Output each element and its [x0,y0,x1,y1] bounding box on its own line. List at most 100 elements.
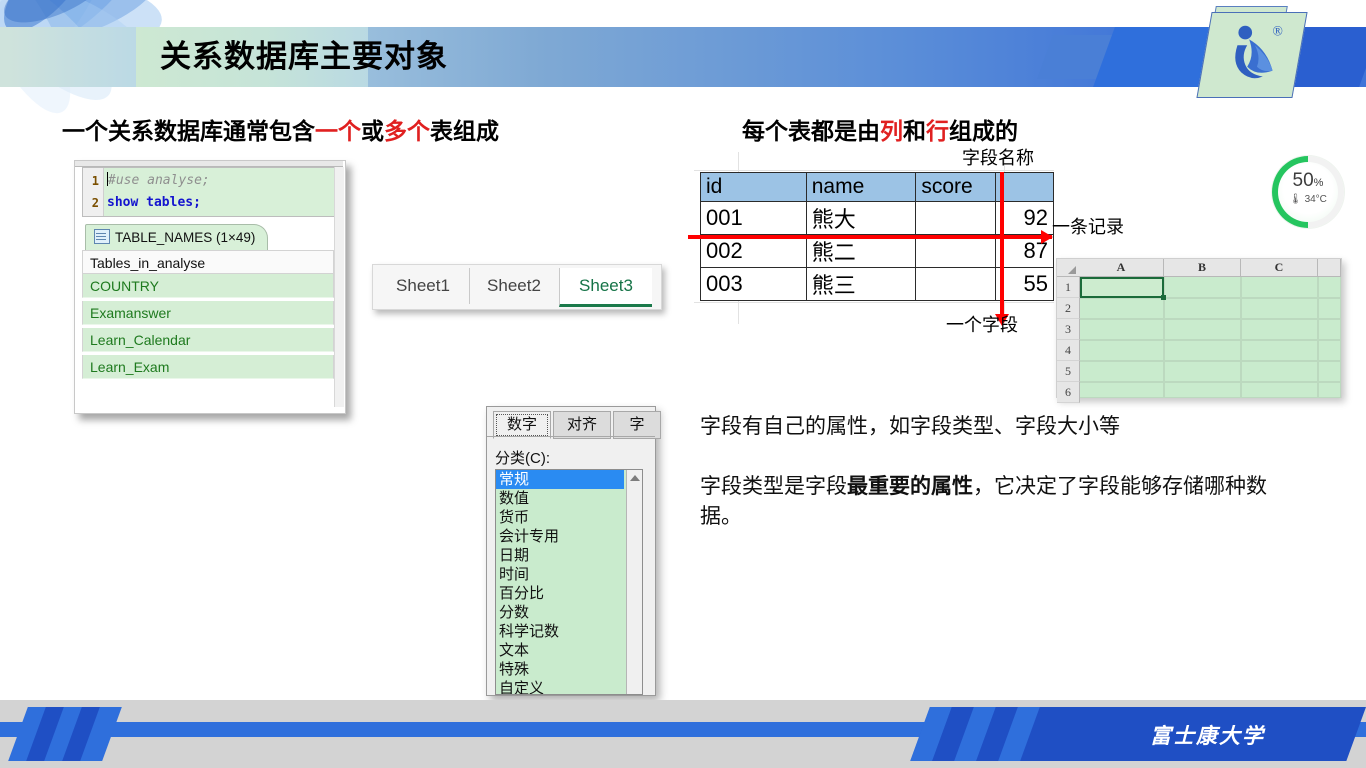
thermometer-icon: 🌡 [1289,194,1302,205]
paragraph-field-attributes: 字段有自己的属性，如字段类型、字段大小等 [700,415,1120,438]
temperature-value: 34°C [1304,194,1327,205]
heading-left-part2: 表组成 [430,118,499,144]
dialog-tab-font[interactable]: 字 [613,411,661,439]
result-row[interactable]: COUNTRY [82,274,334,298]
sql-editor-screenshot: 1 #use analyse; 2 show tables; TABLE_NAM… [74,160,346,414]
dialog-tab-divider [487,436,655,437]
sql-line-number-2: 2 [91,196,99,210]
heading-left: 一个关系数据库通常包含一个或多个表组成 [62,112,499,146]
page-title: 关系数据库主要对象 [160,39,448,74]
sheet-tab-sheet3[interactable]: Sheet3 [559,268,652,307]
result-row[interactable]: Learn_Calendar [82,328,334,352]
table-header-blank [995,172,1054,202]
annotation-field-name: 字段名称 [962,148,1034,168]
category-item-custom[interactable]: 自定义 [496,679,624,694]
paragraph-2-before: 字段类型是字段 [700,475,847,498]
dialog-category-label: 分类(C): [495,450,550,467]
result-row[interactable]: Learn_Exam [82,355,334,379]
grid-row-header-5[interactable]: 5 [1057,361,1080,382]
field-annotation-arrow [995,172,1009,326]
table-header-score: score [915,172,997,202]
dialog-tab-number[interactable]: 数字 [493,411,551,439]
category-item-fraction[interactable]: 分数 [496,603,624,622]
heading-right-mid: 和 [903,118,926,144]
category-item-scientific[interactable]: 科学记数 [496,622,624,641]
brand-logo: ® [1196,4,1312,104]
footer-brand-label: 富士康大学 [1150,725,1265,748]
table-header-name: name [805,172,917,202]
result-row[interactable]: Examanswer [82,301,334,325]
grid-column-header-a[interactable]: A [1079,259,1164,277]
cell-score [915,267,997,301]
category-item-accounting[interactable]: 会计专用 [496,527,624,546]
logo-bird-icon: ® [1235,24,1283,79]
paragraph-2-bold: 最重要的属性 [847,475,973,498]
grid-row-header-6[interactable]: 6 [1057,382,1080,403]
heading-left-mid: 或 [361,118,384,144]
footer-right-zigzag [910,707,1070,761]
heading-right-red1: 列 [880,118,903,144]
category-item-currency[interactable]: 货币 [496,508,624,527]
heading-right-part1: 每个表都是由 [742,118,880,144]
cell-score [915,201,997,235]
battery-status-widget: 50% 🌡 34°C [1272,156,1344,228]
sql-code-line-2: show tables; [107,195,201,210]
battery-percent: 50% [1292,170,1324,191]
sql-line-number-1: 1 [91,174,99,188]
slide-canvas: 关系数据库主要对象 ® 一个关系数据库通常包含一个或多个表组成 每个表都是由列和… [0,0,1366,768]
sheet-tab-sheet2[interactable]: Sheet2 [469,268,558,304]
sheet-tab-sheet1[interactable]: Sheet1 [379,268,467,304]
cell-name: 熊二 [805,234,917,268]
category-item-percent[interactable]: 百分比 [496,584,624,603]
category-item-general[interactable]: 常规 [496,470,624,489]
dialog-tab-alignment[interactable]: 对齐 [553,411,611,439]
cell-id: 002 [700,234,807,268]
heading-left-part1: 一个关系数据库通常包含 [62,118,315,144]
grid-select-all-corner[interactable] [1057,259,1080,277]
sql-code-area[interactable]: 1 #use analyse; 2 show tables; [82,167,336,217]
heading-right-red2: 行 [926,118,949,144]
category-item-number[interactable]: 数值 [496,489,624,508]
grid-fill-handle[interactable] [1161,295,1166,300]
category-item-date[interactable]: 日期 [496,546,624,565]
heading-left-red2: 多个 [384,118,430,144]
heading-right: 每个表都是由列和行组成的 [742,112,1018,146]
table-icon [94,229,110,244]
format-cells-dialog: 数字 对齐 字 分类(C): 常规 数值 货币 会计专用 日期 时间 百分比 分… [486,406,661,696]
grid-selected-cell-a1[interactable] [1080,277,1164,298]
paragraph-field-type: 字段类型是字段最重要的属性，它决定了字段能够存储哪种数据。 [700,472,1300,532]
cell-value: 55 [995,267,1054,301]
grid-row-header-2[interactable]: 2 [1057,298,1080,319]
cell-name: 熊三 [805,267,917,301]
footer-left-zigzag [8,707,138,761]
grid-column-header-b[interactable]: B [1164,259,1241,277]
grid-column-header-c[interactable]: C [1241,259,1318,277]
sql-code-line-1: #use analyse; [107,172,210,188]
category-listbox[interactable]: 常规 数值 货币 会计专用 日期 时间 百分比 分数 科学记数 文本 特殊 自定… [495,469,643,695]
scroll-up-arrow-icon[interactable] [630,475,640,481]
grid-row-header-3[interactable]: 3 [1057,319,1080,340]
battery-temperature: 🌡 34°C [1272,194,1344,205]
category-list-scrollbar[interactable] [626,470,642,694]
category-item-text[interactable]: 文本 [496,641,624,660]
cell-id: 001 [700,201,807,235]
grid-column-header-d[interactable] [1318,259,1341,277]
category-item-special[interactable]: 特殊 [496,660,624,679]
result-tab[interactable]: TABLE_NAMES (1×49) [85,224,269,251]
annotation-one-field: 一个字段 [946,315,1018,335]
grid-row-header-4[interactable]: 4 [1057,340,1080,361]
cell-id: 003 [700,267,807,301]
result-tab-label: TABLE_NAMES (1×49) [115,230,256,245]
grid-row-header-1[interactable]: 1 [1057,277,1080,298]
result-column-header: Tables_in_analyse [82,250,334,274]
record-annotation-arrow [688,230,1053,244]
sheet-tab-bar: Sheet1 Sheet2 Sheet3 [372,264,662,310]
table-header-id: id [700,172,807,202]
heading-right-part2: 组成的 [949,118,1018,144]
svg-text:®: ® [1273,24,1283,39]
category-item-time[interactable]: 时间 [496,565,624,584]
result-scrollbar[interactable] [334,167,344,407]
cell-score [915,234,997,268]
cell-name: 熊大 [805,201,917,235]
annotation-one-record: 一条记录 [1052,217,1124,237]
